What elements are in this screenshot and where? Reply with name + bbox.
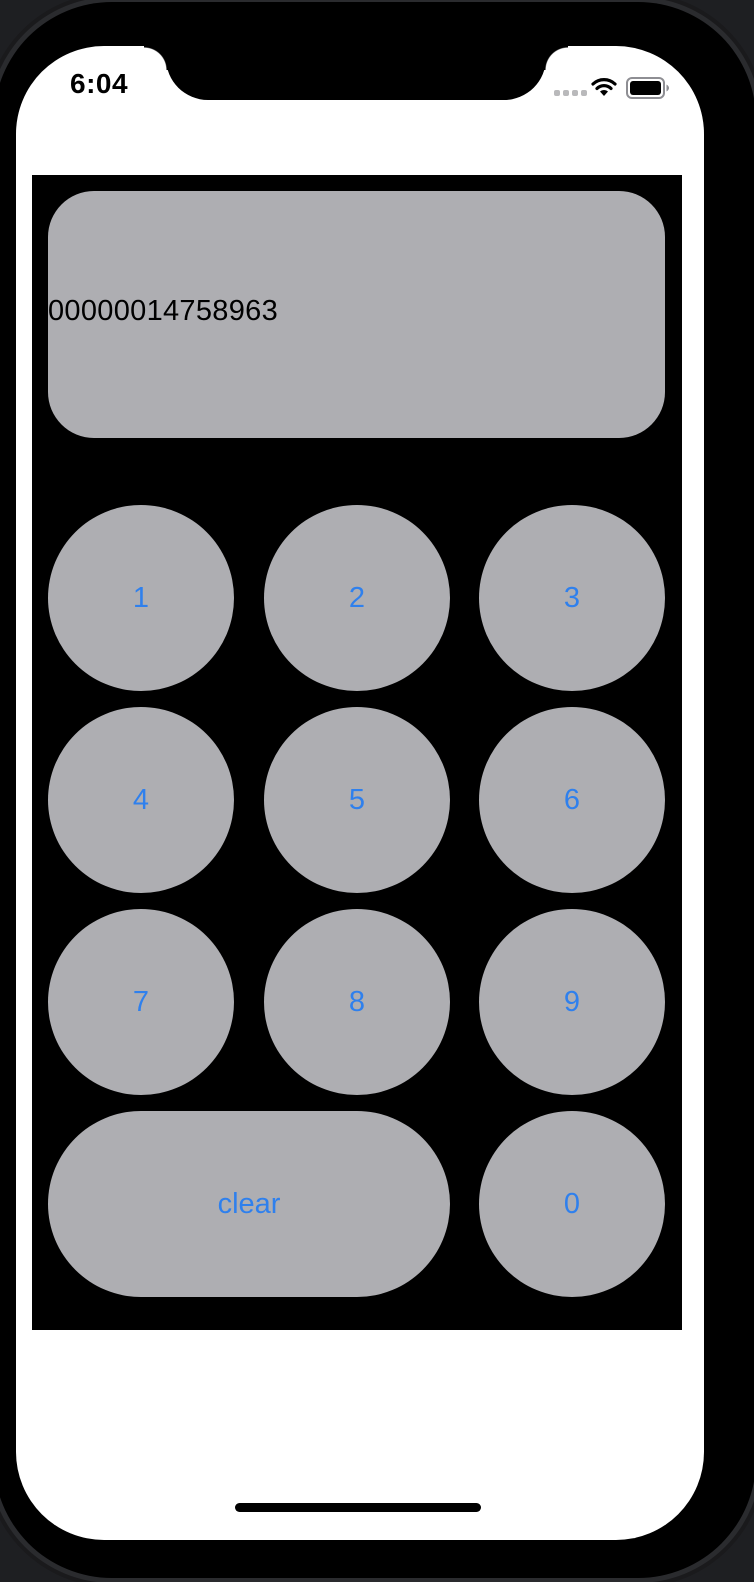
key-6-button[interactable]: 6 [479,707,665,893]
key-2-button[interactable]: 2 [264,505,450,691]
key-1-button[interactable]: 1 [48,505,234,691]
key-8-button[interactable]: 8 [264,909,450,1095]
key-5-button[interactable]: 5 [264,707,450,893]
clear-button[interactable]: clear [48,1111,450,1297]
phone-frame: 6:04 00000014758963 1 2 3 4 5 6 7 8 9 cl… [0,2,754,1578]
display-value: 00000014758963 [48,295,278,327]
key-4-button[interactable]: 4 [48,707,234,893]
key-9-button[interactable]: 9 [479,909,665,1095]
number-display: 00000014758963 [48,191,665,438]
key-3-button[interactable]: 3 [479,505,665,691]
phone-screen: 6:04 00000014758963 1 2 3 4 5 6 7 8 9 cl… [16,46,704,1540]
status-time: 6:04 [70,68,129,99]
key-0-button[interactable]: 0 [479,1111,665,1297]
camera-notch [144,46,568,100]
wifi-icon [591,78,617,96]
key-7-button[interactable]: 7 [48,909,234,1095]
battery-icon [626,77,669,99]
home-indicator[interactable] [235,1503,481,1512]
cellular-signal-icon [554,90,587,96]
calculator-panel: 00000014758963 1 2 3 4 5 6 7 8 9 clear 0 [32,175,682,1330]
